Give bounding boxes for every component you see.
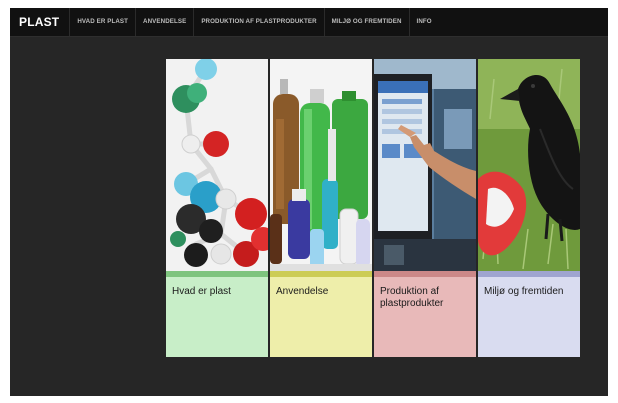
crow-with-plastic-bag-image[interactable]: [478, 59, 580, 271]
molecule-model-image[interactable]: [166, 59, 268, 271]
touchscreen-machine-image[interactable]: [374, 59, 476, 271]
tile-caption[interactable]: Hvad er plast: [166, 277, 268, 357]
site-logo[interactable]: PLAST: [10, 8, 69, 36]
nav-item-hvad-er-plast[interactable]: HVAD ER PLAST: [69, 8, 135, 36]
tile-anvendelse[interactable]: Anvendelse: [270, 59, 372, 357]
tile-hvad-er-plast[interactable]: Hvad er plast: [166, 59, 268, 357]
nav-item-produktion[interactable]: PRODUKTION AF PLASTPRODUKTER: [193, 8, 323, 36]
tile-caption[interactable]: Anvendelse: [270, 277, 372, 357]
tile-produktion[interactable]: Produktion af plastprodukter: [374, 59, 476, 357]
plastic-bottles-image[interactable]: [270, 59, 372, 271]
tile-miljo[interactable]: Miljø og fremtiden: [478, 59, 580, 357]
top-navigation: PLAST HVAD ER PLAST ANVENDELSE PRODUKTIO…: [10, 8, 608, 37]
nav-item-miljo[interactable]: MILJØ OG FREMTIDEN: [323, 8, 409, 36]
tile-caption[interactable]: Produktion af plastprodukter: [374, 277, 476, 357]
nav-item-info[interactable]: INFO: [408, 8, 439, 36]
topic-tiles: Hvad er plast Anvendelse Produktion af p…: [166, 59, 580, 357]
nav-item-anvendelse[interactable]: ANVENDELSE: [135, 8, 193, 36]
tile-caption[interactable]: Miljø og fremtiden: [478, 277, 580, 357]
